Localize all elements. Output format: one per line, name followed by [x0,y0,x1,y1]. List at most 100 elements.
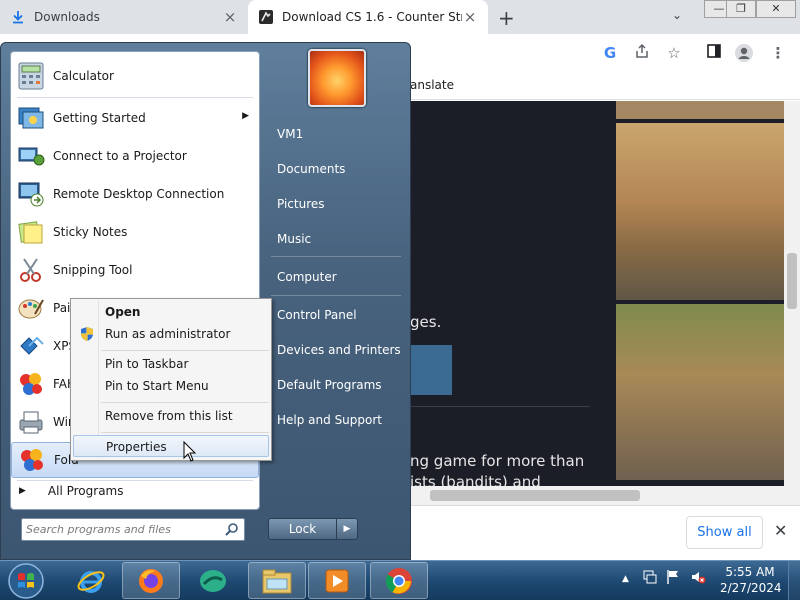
kebab-menu-icon[interactable]: ⋮ [768,43,788,63]
menu-item-remove[interactable]: Remove from this list [73,405,269,427]
folding-icon [16,444,48,476]
menu-separator [101,402,269,403]
search-icon[interactable] [224,522,240,538]
taskbar-app-3[interactable] [184,562,242,599]
taskbar-app-chrome[interactable] [370,562,428,599]
xps-viewer-icon [15,330,47,362]
remote-desktop-icon [15,178,47,210]
menu-item-run-as-admin[interactable]: Run as administrator [73,323,269,345]
tray-overflow-chevron-icon[interactable]: ▲ [622,574,629,584]
search-box[interactable] [21,518,245,541]
horizontal-scrollbar[interactable] [410,486,784,505]
scrollbar-thumb[interactable] [787,253,797,309]
tab-downloads[interactable]: Downloads × [0,0,248,34]
action-center-flag-icon[interactable] [666,569,680,588]
divider [17,97,253,98]
right-arrow-icon: ▶ [19,486,26,496]
program-snipping-tool[interactable]: Snipping Tool [11,252,259,288]
file-explorer-icon [262,569,292,593]
right-item-user[interactable]: VM1 [277,123,303,145]
right-item-default-programs[interactable]: Default Programs [277,374,382,396]
close-window-button[interactable]: ✕ [756,0,796,18]
close-tab-icon[interactable]: × [462,8,478,26]
chrome-icon [385,567,412,594]
maximize-button[interactable]: ❐ [726,0,756,18]
clock-date: 2/27/2024 [720,581,782,595]
right-item-pictures[interactable]: Pictures [277,193,325,215]
taskbar-app-firefox[interactable] [122,562,180,599]
submenu-arrow-icon: ▶ [242,111,249,121]
right-item-music[interactable]: Music [277,228,311,250]
menu-item-pin-start[interactable]: Pin to Start Menu [73,375,269,397]
google-icon[interactable]: G [600,43,620,63]
system-clock[interactable]: 5:55 AM 2/27/2024 [720,564,782,596]
sidebar-icon[interactable] [704,43,724,63]
menu-item-open[interactable]: Open [73,301,269,323]
browser-tab-bar: Downloads × Download CS 1.6 - Counter St… [0,0,800,34]
page-panel [410,101,614,505]
menu-separator [101,432,269,433]
lock-button[interactable]: Lock ▶ [268,518,358,540]
windows-start-icon[interactable] [6,562,46,600]
network-icon[interactable] [642,569,658,588]
snipping-tool-icon [15,254,47,286]
search-input[interactable] [26,521,216,538]
taskbar-app-explorer[interactable] [248,562,306,599]
tab-title: Download CS 1.6 - Counter Strike [282,10,462,24]
program-connect-projector[interactable]: Connect to a Projector [11,138,259,174]
firefox-icon [139,568,163,593]
tab-cs-download[interactable]: Download CS 1.6 - Counter Strike × [248,0,488,34]
screenshot-image[interactable] [616,304,784,480]
menu-separator [101,350,269,351]
right-item-documents[interactable]: Documents [277,158,345,180]
mouse-cursor-icon [183,441,197,462]
right-item-devices[interactable]: Devices and Printers [277,339,401,361]
profile-icon[interactable] [734,43,754,63]
program-label: Getting Started [53,111,146,125]
projector-icon [15,140,47,172]
right-item-computer[interactable]: Computer [277,266,337,288]
new-tab-button[interactable]: + [498,6,515,30]
bookmark-star-icon[interactable]: ☆ [664,43,684,63]
show-all-button[interactable]: Show all [686,516,763,549]
tab-title: Downloads [34,10,100,24]
user-picture[interactable] [308,49,366,107]
tab-search-chevron-icon[interactable]: ⌄ [672,8,682,22]
volume-muted-icon[interactable] [690,569,706,588]
sticky-notes-icon [15,216,47,248]
wordpad-icon [15,406,47,438]
close-icon[interactable]: ✕ [774,521,787,540]
menu-item-properties[interactable]: Properties [73,435,269,457]
program-sticky-notes[interactable]: Sticky Notes [11,214,259,250]
vertical-scrollbar[interactable] [784,101,800,505]
divider [410,406,590,407]
right-item-help[interactable]: Help and Support [277,409,382,431]
divider [17,480,253,481]
show-desktop-button[interactable] [788,561,800,600]
page-text: ges. [410,313,442,331]
program-getting-started[interactable]: Getting Started ▶ [11,100,259,136]
program-label: Remote Desktop Connection [53,187,225,201]
taskbar-app-media[interactable] [308,562,366,599]
calculator-icon [15,60,47,92]
program-remote-desktop[interactable]: Remote Desktop Connection [11,176,259,212]
share-icon[interactable] [632,43,652,63]
right-item-control-panel[interactable]: Control Panel [277,304,357,326]
translate-bookmark[interactable]: anslate [410,78,454,92]
taskbar-app-ie[interactable] [62,562,120,599]
lock-options-arrow-icon[interactable]: ▶ [337,519,357,539]
divider [271,295,401,296]
download-button[interactable] [410,345,452,395]
cs-icon [258,10,274,24]
all-programs-button[interactable]: ▶ All Programs [19,484,124,498]
close-tab-icon[interactable]: × [222,8,238,26]
menu-item-pin-taskbar[interactable]: Pin to Taskbar [73,353,269,375]
program-calculator[interactable]: Calculator [11,58,259,94]
app-icon [200,569,226,592]
program-label: Connect to a Projector [53,149,187,163]
scrollbar-thumb[interactable] [430,490,640,501]
page-text: ng game for more than [410,452,585,470]
lock-label[interactable]: Lock [269,519,337,539]
program-label: Snipping Tool [53,263,133,277]
screenshot-image[interactable] [616,123,784,300]
